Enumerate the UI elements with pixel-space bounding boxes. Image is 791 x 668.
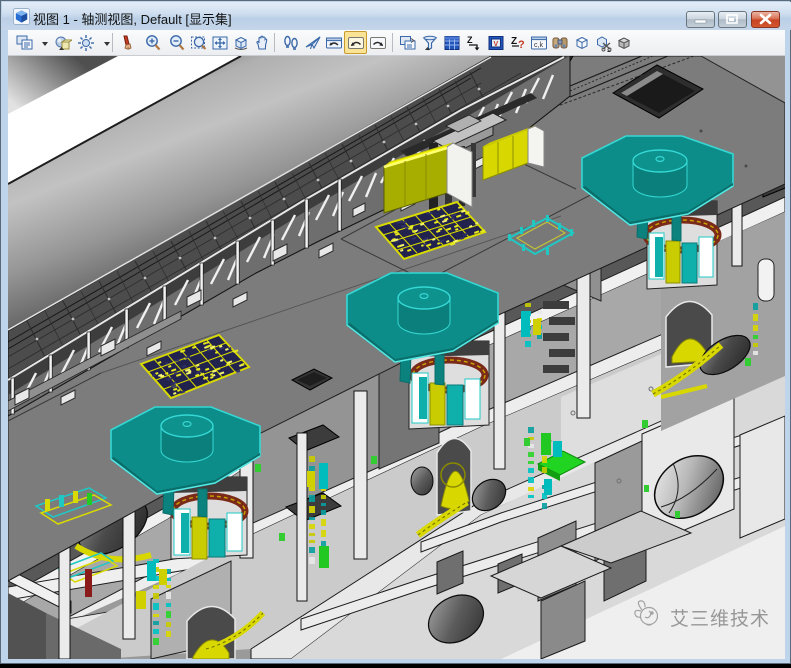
svg-text:Z: Z bbox=[511, 36, 517, 47]
svg-text:Z: Z bbox=[467, 35, 473, 45]
svg-text:?: ? bbox=[518, 39, 525, 51]
svg-text:c,k: c,k bbox=[534, 42, 543, 49]
svg-text:V: V bbox=[494, 41, 499, 48]
